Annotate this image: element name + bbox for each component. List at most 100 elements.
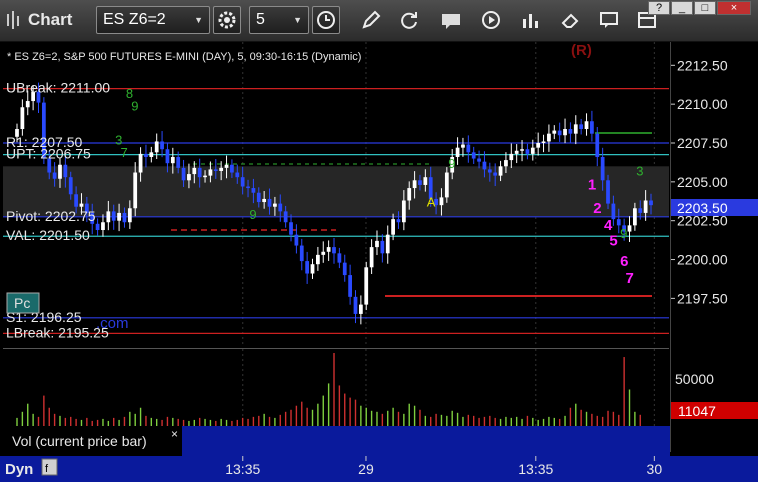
candle-body <box>563 129 567 136</box>
level-label: VAL: 2201.50 <box>6 227 90 243</box>
candle-body <box>111 211 116 221</box>
candle-body <box>568 129 573 134</box>
symbol-info-icon[interactable] <box>440 9 462 31</box>
candle-body <box>251 188 256 193</box>
maximize-button[interactable]: □ <box>694 1 716 15</box>
volume-chart[interactable] <box>3 349 669 426</box>
candle-body <box>638 208 643 213</box>
time-axis-tick: 13:35 <box>518 461 553 477</box>
minimize-button[interactable]: _ <box>671 1 693 15</box>
candle-body <box>423 177 428 185</box>
pencil-icon[interactable] <box>360 9 382 31</box>
candle-body <box>321 251 326 255</box>
candle-body <box>493 172 498 176</box>
buy-count-marker: 7 <box>626 270 634 287</box>
candle-body <box>316 254 320 265</box>
price-axis-tick: 2212.50 <box>677 57 728 73</box>
candle-body <box>165 149 170 164</box>
candle-body <box>127 208 132 223</box>
play-icon[interactable] <box>480 9 502 31</box>
candle-body <box>138 153 143 173</box>
candle-body <box>246 186 250 189</box>
close-indicator-button[interactable]: × <box>171 427 178 441</box>
chart-window-icon <box>7 11 19 29</box>
candle-body <box>58 164 62 179</box>
candle-body <box>176 156 181 168</box>
setup-count-marker: 9 <box>249 207 256 222</box>
candle-body <box>509 153 514 161</box>
candle-body <box>477 158 481 162</box>
candle-body <box>68 177 73 195</box>
chevron-down-icon: ▼ <box>194 15 203 25</box>
bar-chart-icon[interactable] <box>520 9 542 31</box>
candle-body <box>213 169 218 171</box>
comment-icon[interactable] <box>598 9 620 31</box>
symbol-selector[interactable]: ES Z6=2 ▼ <box>96 6 210 34</box>
watermark-label: (R) <box>571 42 592 59</box>
candle-body <box>385 234 390 254</box>
chart-title: * ES Z6=2, S&P 500 FUTURES E-MINI (DAY),… <box>7 51 361 63</box>
close-window-button[interactable]: × <box>717 1 751 15</box>
candle-body <box>396 219 401 223</box>
candle-body <box>283 211 288 223</box>
price-axis-scale[interactable]: 2212.502210.002207.502205.002202.502200.… <box>671 42 758 452</box>
candle-body <box>541 141 546 143</box>
candle-body <box>267 198 272 207</box>
volume-pane[interactable] <box>3 348 669 426</box>
refresh-icon[interactable] <box>398 9 420 31</box>
candle-body <box>466 144 471 153</box>
volume-axis-tick: 50000 <box>675 371 714 387</box>
symbol-settings-button[interactable] <box>213 6 241 34</box>
candle-body <box>326 247 331 252</box>
buy-count-marker: 1 <box>588 177 596 194</box>
chart-toolbar: Chart ES Z6=2 ▼ 5 ▼ ? _ □ × <box>0 0 758 42</box>
candle-body <box>294 234 299 246</box>
candle-body <box>208 169 213 176</box>
eraser-icon[interactable] <box>560 9 582 31</box>
candle-body <box>487 169 492 173</box>
interval-clock-button[interactable] <box>312 6 340 34</box>
time-axis-tick: 30 <box>647 461 663 477</box>
candle-body <box>514 150 519 154</box>
candle-body <box>224 164 229 168</box>
candle-body <box>401 200 406 223</box>
price-axis-tick: 2205.00 <box>677 174 728 190</box>
volume-indicator-label[interactable]: Vol (current price bar) <box>12 433 147 449</box>
candle-body <box>20 107 25 130</box>
candle-body <box>369 247 374 268</box>
candle-body <box>364 267 369 305</box>
price-chart-pane[interactable]: 893799A39124567 * ES Z6=2, S&P 500 FUTUR… <box>3 42 669 345</box>
candle-body <box>584 121 589 130</box>
candle-body <box>643 200 648 213</box>
candle-body <box>149 152 154 157</box>
candle-body <box>439 197 444 206</box>
interval-value: 5 <box>256 11 265 28</box>
candle-body <box>627 225 632 232</box>
indicator-legend-strip <box>182 426 670 456</box>
candle-body <box>273 203 277 207</box>
price-axis[interactable]: 2212.50 2210.00 2207.50 2205.00 2202.50 2200.… <box>670 42 758 452</box>
candle-body <box>160 141 164 150</box>
candle-body <box>412 180 417 189</box>
interval-selector[interactable]: 5 ▼ <box>249 6 309 34</box>
buy-count-marker: 6 <box>620 253 628 270</box>
candle-body <box>461 144 465 148</box>
level-label: UPT: 2206.75 <box>6 146 91 162</box>
candle-body <box>203 175 207 178</box>
gear-icon <box>218 11 236 29</box>
candle-body <box>595 133 600 157</box>
setup-count-marker: 7 <box>120 145 127 160</box>
help-button[interactable]: ? <box>648 1 670 15</box>
bottom-bar: Vol (current price bar) × 13:35 29 13:35 30… <box>0 426 758 482</box>
candle-body <box>547 133 551 142</box>
candle-body <box>187 174 191 181</box>
setup-count-marker: 9 <box>448 156 455 171</box>
candle-body <box>444 172 449 198</box>
candle-body <box>600 156 605 181</box>
candle-body <box>154 141 159 153</box>
price-chart[interactable]: 893799A39124567 * ES Z6=2, S&P 500 FUTUR… <box>3 42 669 345</box>
buy-count-marker: 2 <box>593 200 601 217</box>
dyn-tab[interactable]: Dyn <box>5 461 33 478</box>
last-price-tag: 2203.50 <box>677 200 728 216</box>
candle-body <box>337 253 342 263</box>
